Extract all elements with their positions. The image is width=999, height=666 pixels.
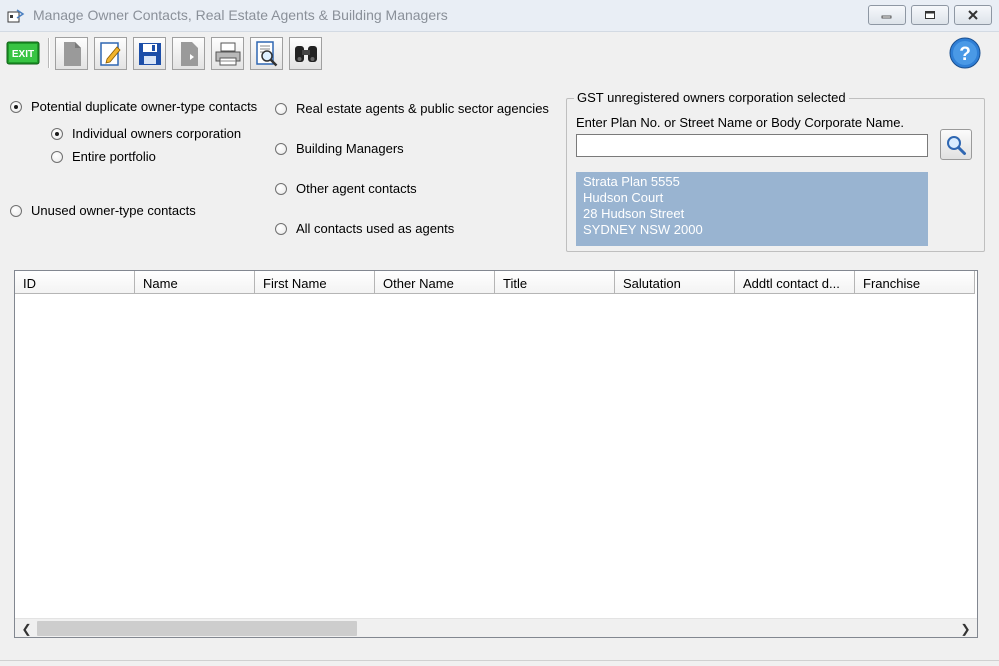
horizontal-scrollbar[interactable]: ❮ ❯ [15, 618, 977, 637]
contacts-grid[interactable]: ID Name First Name Other Name Title Salu… [14, 270, 978, 638]
maximize-button[interactable] [911, 5, 949, 25]
option-label: Other agent contacts [296, 181, 417, 196]
option-label: All contacts used as agents [296, 221, 455, 236]
radio-button[interactable] [275, 142, 287, 155]
export-button[interactable] [172, 37, 205, 70]
print-button[interactable] [211, 37, 244, 70]
radio-button[interactable] [275, 182, 287, 195]
option-label: Potential duplicate owner-type contacts [31, 99, 258, 114]
option-building-managers[interactable]: Building Managers [275, 141, 404, 156]
window-title: Manage Owner Contacts, Real Estate Agent… [33, 7, 448, 23]
column-header-addtl-contact[interactable]: Addtl contact d... [735, 271, 855, 294]
exit-button[interactable]: EXIT [6, 39, 40, 67]
column-header-first-name[interactable]: First Name [255, 271, 375, 294]
radio-button[interactable] [275, 222, 287, 235]
help-icon: ? [949, 37, 981, 69]
option-unused-owner[interactable]: Unused owner-type contacts [10, 203, 196, 218]
close-icon [968, 10, 978, 20]
option-other-agent[interactable]: Other agent contacts [275, 181, 417, 196]
title-bar: Manage Owner Contacts, Real Estate Agent… [0, 0, 999, 32]
save-button[interactable] [133, 37, 166, 70]
find-button[interactable] [289, 37, 322, 70]
option-label: Real estate agents & public sector agenc… [296, 101, 549, 116]
gst-search-input[interactable] [576, 134, 928, 157]
column-header-salutation[interactable]: Salutation [615, 271, 735, 294]
option-label: Individual owners corporation [72, 126, 242, 141]
save-icon [138, 42, 161, 65]
address-line: SYDNEY NSW 2000 [583, 222, 703, 237]
scroll-right-icon[interactable]: ❯ [956, 619, 975, 637]
option-real-estate-agents[interactable]: Real estate agents & public sector agenc… [275, 101, 549, 116]
help-button[interactable]: ? [948, 36, 982, 70]
option-label: Entire portfolio [72, 149, 156, 164]
radio-button[interactable] [10, 204, 22, 217]
help-label: ? [959, 44, 971, 65]
exit-label: EXIT [12, 49, 34, 60]
toolbar: EXIT ? [0, 33, 999, 73]
column-header-other-name[interactable]: Other Name [375, 271, 495, 294]
option-entire-portfolio[interactable]: Entire portfolio [51, 149, 156, 164]
print-preview-icon [255, 40, 277, 66]
scroll-thumb[interactable] [37, 621, 357, 636]
option-label: Building Managers [296, 141, 404, 156]
column-header-id[interactable]: ID [15, 271, 135, 294]
new-button[interactable] [55, 37, 88, 70]
app-icon [7, 9, 25, 23]
gst-search-button[interactable] [940, 129, 972, 160]
column-header-name[interactable]: Name [135, 271, 255, 294]
minimize-icon [881, 15, 892, 19]
edit-icon [99, 41, 121, 66]
address-line: Strata Plan 5555 [583, 174, 680, 189]
find-icon [294, 45, 317, 62]
radio-button[interactable] [10, 100, 22, 113]
radio-button[interactable] [51, 150, 63, 163]
export-icon [180, 41, 198, 66]
column-header-title[interactable]: Title [495, 271, 615, 294]
option-all-agents[interactable]: All contacts used as agents [275, 221, 454, 236]
address-line: 28 Hudson Street [583, 206, 685, 221]
selected-oc-address: Strata Plan 5555 Hudson Court 28 Hudson … [576, 172, 928, 246]
gst-search-prompt: Enter Plan No. or Street Name or Body Co… [576, 115, 905, 130]
option-label: Unused owner-type contacts [31, 203, 196, 218]
close-button[interactable] [954, 5, 992, 25]
option-individual-oc[interactable]: Individual owners corporation [51, 126, 241, 141]
column-header-franchise[interactable]: Franchise [855, 271, 975, 294]
radio-button[interactable] [51, 127, 63, 140]
new-document-icon [63, 41, 81, 66]
search-icon [947, 135, 966, 155]
exit-icon: EXIT [6, 41, 40, 65]
radio-button[interactable] [275, 102, 287, 115]
status-bar [0, 660, 999, 666]
edit-button[interactable] [94, 37, 127, 70]
print-preview-button[interactable] [250, 37, 283, 70]
print-icon [215, 42, 240, 65]
address-line: Hudson Court [583, 190, 664, 205]
option-potential-duplicates[interactable]: Potential duplicate owner-type contacts [10, 99, 257, 114]
grid-header: ID Name First Name Other Name Title Salu… [15, 271, 977, 294]
minimize-button[interactable] [868, 5, 906, 25]
toolbar-separator [48, 38, 50, 68]
scroll-left-icon[interactable]: ❮ [17, 619, 36, 637]
gst-group-legend: GST unregistered owners corporation sele… [574, 90, 849, 105]
maximize-icon [925, 11, 935, 19]
